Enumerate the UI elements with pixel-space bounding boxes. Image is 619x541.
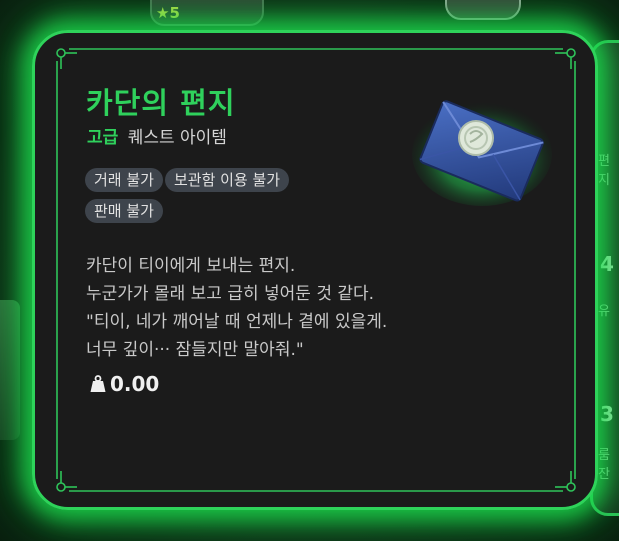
item-grade-category: 고급 퀘스트 아이템: [87, 123, 227, 148]
side-panel-label: 편지: [598, 154, 610, 188]
item-description: 카단이 티이에게 보내는 편지. 누군가가 몰래 보고 급히 넣어둔 것 같다.…: [86, 252, 526, 364]
item-category: 퀘스트 아이템: [127, 128, 227, 148]
sealed-envelope-icon: [410, 92, 560, 212]
item-grade: 고급: [87, 128, 119, 148]
side-panel-number: 4: [600, 252, 614, 276]
side-panel-number: 3: [600, 402, 614, 426]
item-restriction-tags: 거래 불가 보관함 이용 불가 판매 불가: [85, 168, 385, 230]
background-top-button: [445, 0, 521, 20]
tag-no-sell: 판매 불가: [85, 199, 163, 223]
weight-value: 0.00: [110, 372, 160, 396]
weight-icon: [90, 375, 106, 392]
description-line: 너무 깊이··· 잠들지만 말아줘.": [86, 340, 304, 360]
tag-no-storage: 보관함 이용 불가: [164, 168, 290, 192]
background-character-fragment: [0, 300, 20, 440]
description-line: 누군가가 몰래 보고 급히 넣어둔 것 같다.: [86, 284, 375, 304]
description-line: "티이, 네가 깨어날 때 언제나 곁에 있을게.: [86, 312, 388, 332]
star-rating-badge: ★5: [156, 4, 180, 22]
side-panel-label: 룸잔: [598, 448, 610, 482]
item-weight: 0.00: [90, 372, 159, 396]
item-name: 카단의 편지: [86, 86, 236, 120]
tag-no-trade: 거래 불가: [85, 168, 163, 192]
game-screen: ★5 편지 4 유 3 룸잔 카단의 편지 고급 퀘스트 아이템 거래 불가 보…: [0, 0, 619, 541]
description-line: 카단이 티이에게 보내는 편지.: [86, 256, 296, 276]
side-panel-label: 유: [598, 304, 610, 319]
